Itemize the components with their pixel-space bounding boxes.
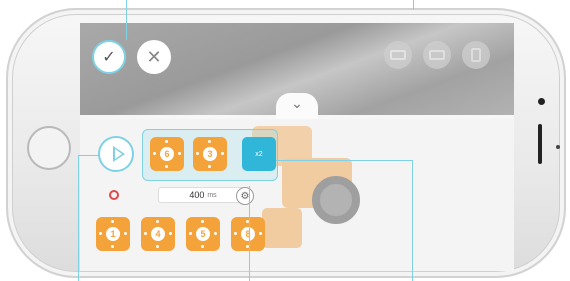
- block-number: 6: [160, 147, 174, 161]
- play-button[interactable]: [98, 136, 134, 172]
- check-icon: ✓: [102, 49, 116, 66]
- keyboard-icon: [429, 50, 445, 60]
- callout-line: [78, 155, 79, 281]
- sequence-block[interactable]: 6: [150, 137, 184, 171]
- sensor-dot: [556, 145, 560, 149]
- callout-line: [126, 0, 127, 40]
- app-screen: ✓ ✕ ⌄ 6 3 x2 400 ms ⚙ 1 4 5 8: [80, 23, 514, 271]
- timing-settings-button[interactable]: ⚙: [236, 187, 254, 205]
- library-block[interactable]: 5: [186, 217, 220, 251]
- menu-button[interactable]: [462, 41, 490, 69]
- keyboard-button[interactable]: [423, 41, 451, 69]
- play-icon: [110, 146, 125, 162]
- confirm-button[interactable]: ✓: [92, 40, 126, 74]
- camera-dot: [538, 98, 545, 105]
- timing-value: 400: [189, 190, 205, 200]
- app-stage: ✓ ✕ ⌄ 6 3 x2 400 ms ⚙ 1 4 5 8: [0, 0, 570, 281]
- callout-line: [413, 0, 414, 10]
- library-block[interactable]: 8: [231, 217, 265, 251]
- block-number: 4: [151, 227, 165, 241]
- cancel-button[interactable]: ✕: [137, 40, 171, 74]
- timing-field[interactable]: 400 ms: [158, 187, 248, 203]
- block-number: 1: [106, 227, 120, 241]
- menu-icon: [471, 48, 481, 62]
- close-icon: ✕: [146, 46, 162, 67]
- home-button[interactable]: [27, 126, 71, 170]
- callout-line: [249, 186, 250, 281]
- controller-icon: [390, 50, 406, 60]
- library-block[interactable]: 4: [141, 217, 175, 251]
- callout-line: [78, 155, 100, 156]
- callout-line: [412, 160, 413, 281]
- library-block[interactable]: 1: [96, 217, 130, 251]
- selected-block[interactable]: x2: [242, 137, 276, 171]
- chevron-down-icon[interactable]: ⌄: [286, 95, 308, 111]
- speaker-slot: [538, 124, 542, 164]
- record-icon[interactable]: [109, 190, 119, 200]
- sequence-block[interactable]: 3: [193, 137, 227, 171]
- block-number: 8: [241, 227, 255, 241]
- selected-block-label: x2: [255, 150, 263, 158]
- controller-button[interactable]: [384, 41, 412, 69]
- timing-unit: ms: [207, 191, 217, 199]
- block-number: 5: [196, 227, 210, 241]
- callout-line: [276, 160, 413, 161]
- block-number: 3: [203, 147, 217, 161]
